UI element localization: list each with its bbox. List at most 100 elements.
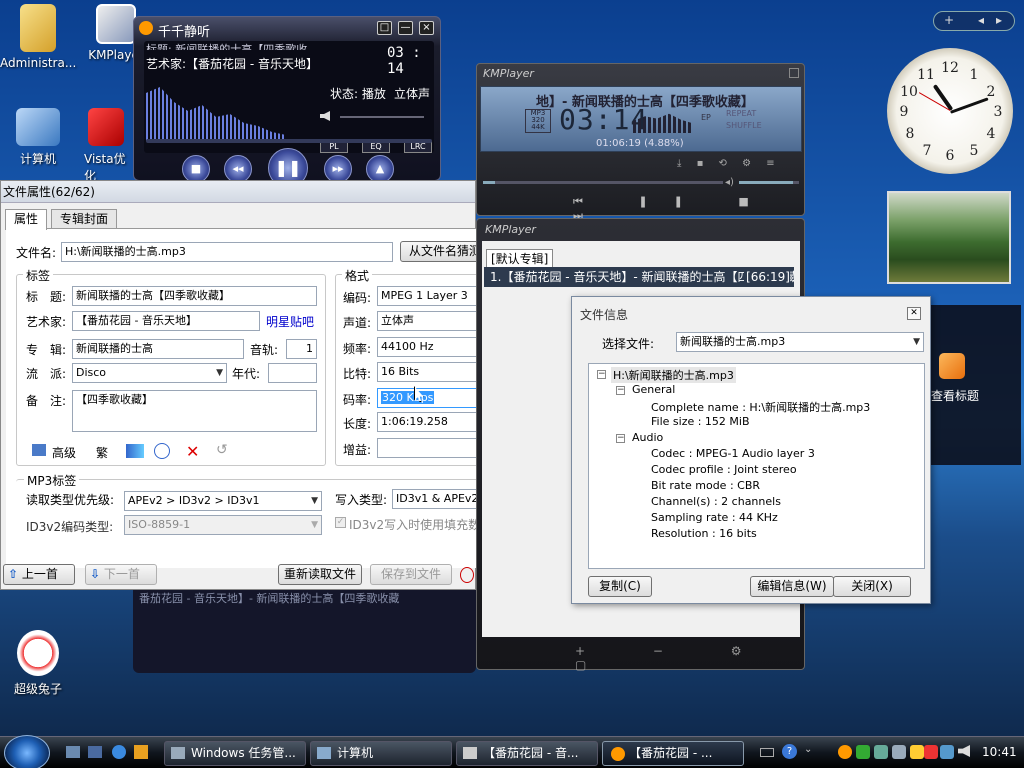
tray-status-icon[interactable] (924, 745, 938, 759)
filename-field[interactable]: H:\新闻联播的士高.mp3 (61, 242, 393, 262)
tray-tool-icon[interactable] (892, 745, 906, 759)
artist-field[interactable]: 【番茄花园 - 音乐天地】 (72, 311, 260, 331)
keyboard-icon[interactable] (760, 748, 774, 757)
ie-icon[interactable] (112, 745, 126, 759)
collapse-icon[interactable]: − (616, 386, 625, 395)
prev-gadget-button[interactable]: ◂ (978, 13, 984, 27)
shuffle-label[interactable]: SHUFFLE (726, 121, 762, 130)
delete-icon[interactable]: ✕ (186, 442, 199, 461)
taskbar-item-ttplayer[interactable]: 【番茄花园 - ... (602, 741, 744, 766)
ttplayer-title: 千千静听 (158, 25, 211, 40)
tree-audio[interactable]: Audio (632, 431, 663, 444)
help-icon[interactable]: ? (782, 744, 797, 759)
album-field[interactable]: 新闻联播的士高 (72, 339, 244, 359)
seek-bar[interactable] (146, 139, 432, 143)
next-gadget-button[interactable]: ▸ (996, 13, 1002, 27)
convert-icon[interactable] (126, 444, 144, 458)
slideshow-gadget[interactable] (887, 191, 1011, 284)
comment-label: 备 注: (26, 394, 67, 408)
desktop-icon-administrator[interactable]: Administra... (0, 4, 76, 70)
start-button[interactable] (4, 735, 50, 768)
title-field[interactable]: 新闻联播的士高【四季歌收藏】 (72, 286, 317, 306)
tree-general[interactable]: General (632, 383, 675, 396)
tray-security-icon[interactable] (910, 745, 924, 759)
switch-windows-icon[interactable] (88, 746, 102, 758)
rabbit-icon (17, 630, 59, 676)
ttplayer-mini-button[interactable]: □ (377, 21, 392, 35)
tag-group-title: 标签 (23, 267, 54, 284)
track-label: 音轨: (250, 343, 279, 357)
copy-button[interactable]: 复制(C) (588, 576, 652, 597)
select-file-dropdown[interactable]: 新闻联播的士高.mp3 ▼ (676, 332, 924, 352)
kmplayer-close-icon[interactable] (789, 68, 799, 78)
case-icon[interactable] (154, 443, 170, 459)
previous-button[interactable]: ◂◂ (224, 155, 252, 183)
prev-track-button[interactable]: ⇧ 上一首 (3, 564, 75, 585)
star-bar-link[interactable]: 明星贴吧 (266, 313, 314, 330)
traditional-convert-button[interactable]: 繁 (96, 444, 108, 461)
repeat-label[interactable]: REPEAT (726, 109, 756, 118)
chevron-down-icon: ▼ (311, 496, 318, 506)
ttplayer-scroll-text: 标题: 新闻联播的士高【四季歌收 (146, 43, 308, 50)
taskbar-clock[interactable]: 10:41 (982, 745, 1017, 759)
tree-file-size: File size : 152 MiB (651, 415, 750, 428)
desktop-icon-super-rabbit[interactable]: 超级兔子 (0, 630, 76, 697)
undo-icon[interactable]: ↺ (216, 442, 228, 458)
gain-label: 增益: (343, 443, 372, 457)
stop-button[interactable]: ■ (182, 155, 210, 183)
desktop-icon-label: 计算机 (19, 152, 56, 166)
media-player-icon[interactable] (134, 745, 148, 759)
advanced-button[interactable]: 高级 (52, 444, 76, 461)
feed-gadget[interactable]: 查看标题 (931, 305, 1021, 465)
close-button[interactable]: 关闭(X) (833, 576, 911, 597)
computer-icon (16, 108, 60, 146)
chevron-down-icon: ▼ (216, 368, 223, 378)
chevron-down-icon: ▼ (913, 337, 920, 347)
comment-field[interactable]: 【四季歌收藏】 (72, 390, 317, 432)
clock-gadget[interactable]: 12 1 2 3 4 5 6 7 8 9 10 11 (887, 48, 1013, 174)
tray-volume-icon[interactable] (958, 745, 970, 757)
playlist-tab[interactable]: [默认专辑] (486, 249, 554, 267)
bitrate-field[interactable]: 320 Kbps (377, 388, 487, 408)
taskbar-item-computer[interactable]: 计算机 (310, 741, 452, 766)
id3v2-padding-checkbox[interactable]: ✓ (335, 517, 346, 528)
clock-number: 3 (993, 104, 1003, 120)
options-icon[interactable]: ⌄ (804, 744, 812, 755)
eject-button[interactable]: ▲ (366, 155, 394, 183)
read-priority-select[interactable]: APEv2 > ID3v2 > ID3v1 ▼ (124, 491, 322, 511)
year-field[interactable] (268, 363, 317, 383)
tab-album-cover[interactable]: 专辑封面 (51, 209, 118, 229)
prev-track-label: 上一首 (21, 567, 58, 581)
volume-slider[interactable] (340, 116, 424, 118)
tab-properties[interactable]: 属性 (5, 209, 48, 230)
playlist-item[interactable]: 1.【番茄花园 - 音乐天地】- 新闻联播的士高【四季歌收藏】 [66:19] (484, 267, 794, 287)
tray-app-icon[interactable] (856, 745, 870, 759)
show-desktop-icon[interactable] (66, 746, 80, 758)
encoding-label: 编码: (343, 291, 372, 305)
ttplayer-close-button[interactable]: × (419, 21, 434, 35)
collapse-icon[interactable]: − (616, 434, 625, 443)
desktop-icon-computer[interactable]: 计算机 (0, 108, 76, 167)
tree-root[interactable]: H:\新闻联播的士高.mp3 (611, 367, 736, 383)
tray-ttplayer-icon[interactable] (838, 745, 852, 759)
file-info-close-button[interactable]: ✕ (907, 307, 921, 320)
playlist-toolbar: + − ⚙ ▢ (575, 644, 774, 672)
genre-select[interactable]: Disco ▼ (72, 363, 227, 383)
tray-display-icon[interactable] (940, 745, 954, 759)
kmplayer-volume-track[interactable] (739, 181, 799, 184)
clock-number: 12 (941, 60, 959, 76)
taskbar-item-kmplayer[interactable]: 【番茄花园 - 音... (456, 741, 598, 766)
next-button[interactable]: ▸▸ (324, 155, 352, 183)
kmplayer-seek-track[interactable] (483, 181, 723, 184)
close-dot-icon[interactable] (460, 567, 474, 583)
reload-file-button[interactable]: 重新读取文件 (278, 564, 362, 585)
taskbar-item-task-manager[interactable]: Windows 任务管... (164, 741, 306, 766)
gain-field[interactable] (377, 438, 487, 458)
collapse-icon[interactable]: − (597, 370, 606, 379)
add-gadget-button[interactable]: + (944, 13, 954, 27)
track-field[interactable]: 1 (286, 339, 317, 359)
ttplayer-minimize-button[interactable]: — (398, 21, 413, 35)
desktop-icon-vista-optimizer[interactable]: Vista优化 (76, 108, 136, 184)
edit-info-button[interactable]: 编辑信息(W) (750, 576, 834, 597)
tray-network-icon[interactable] (874, 745, 888, 759)
